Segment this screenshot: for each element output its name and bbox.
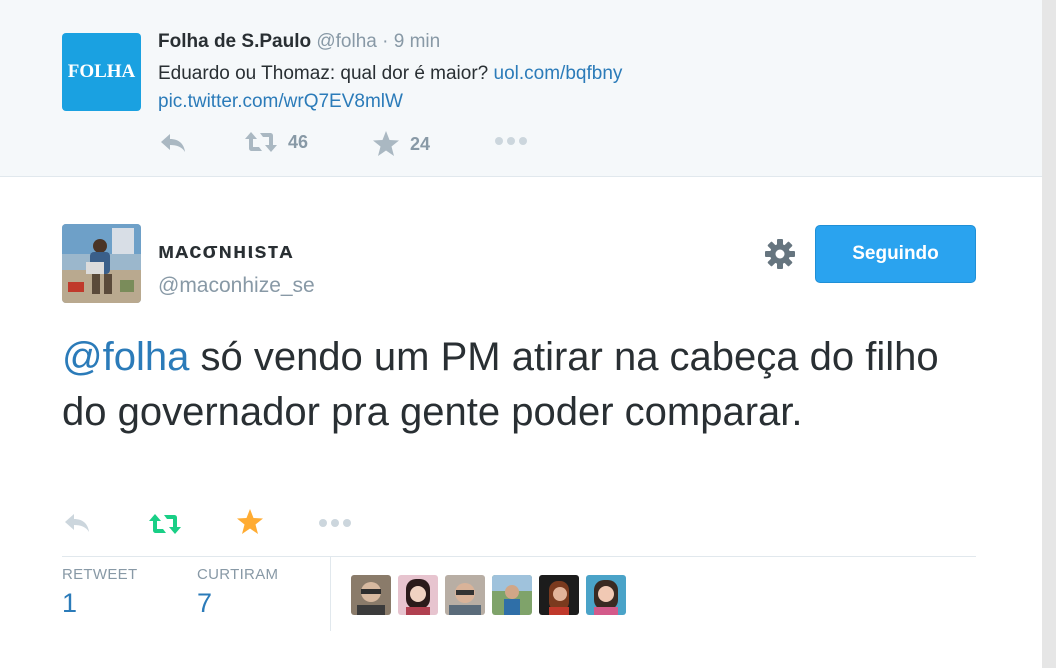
favoriter-photo bbox=[398, 575, 438, 615]
parent-tweet-header: Folha de S.Paulo @folha · 9 min bbox=[158, 31, 440, 53]
retweet-stat-count[interactable]: 1 bbox=[62, 588, 77, 619]
more-button[interactable] bbox=[318, 516, 352, 535]
parent-retweet-count: 46 bbox=[288, 131, 309, 152]
more-icon bbox=[495, 137, 527, 145]
favorite-stat-count[interactable]: 7 bbox=[197, 588, 212, 619]
parent-link-pic[interactable]: pic.twitter.com/wrQ7EV8mlW bbox=[158, 91, 403, 112]
parent-favorite-button[interactable]: 24 bbox=[372, 130, 430, 158]
favoriter-avatar[interactable] bbox=[351, 575, 391, 615]
favoriter-photo bbox=[351, 575, 391, 615]
parent-timestamp[interactable]: 9 min bbox=[394, 31, 440, 52]
folha-logo-text: FOLHA bbox=[67, 61, 136, 82]
favoriter-avatar[interactable] bbox=[539, 575, 579, 615]
favoriter-avatar[interactable] bbox=[586, 575, 626, 615]
more-icon bbox=[319, 519, 351, 527]
star-icon bbox=[237, 509, 263, 534]
favoriter-avatar[interactable] bbox=[445, 575, 485, 615]
parent-reply-button[interactable] bbox=[158, 130, 188, 156]
user-avatar[interactable] bbox=[62, 224, 141, 303]
folha-avatar[interactable]: FOLHA bbox=[62, 33, 141, 111]
reply-icon bbox=[65, 514, 89, 532]
favoriter-avatar[interactable] bbox=[398, 575, 438, 615]
favorite-button[interactable] bbox=[236, 508, 264, 541]
user-handle[interactable]: @maconhize_se bbox=[158, 274, 315, 298]
following-button[interactable]: Seguindo bbox=[815, 225, 976, 283]
mention-link[interactable]: @folha bbox=[62, 335, 189, 379]
parent-time-separator: · bbox=[382, 31, 389, 52]
window-edge bbox=[1042, 0, 1056, 668]
user-display-name[interactable]: ᴍᴀᴄσɴнιѕтᴀ bbox=[158, 238, 293, 264]
favoriter-photo bbox=[586, 575, 626, 615]
parent-favorite-count: 24 bbox=[410, 133, 431, 154]
avatar-photo bbox=[62, 224, 141, 303]
parent-retweet-button[interactable]: 46 bbox=[244, 130, 308, 154]
parent-tweet[interactable]: FOLHA Folha de S.Paulo @folha · 9 min Ed… bbox=[0, 0, 1042, 177]
tweet-text: @folha só vendo um PM atirar na cabeça d… bbox=[62, 330, 982, 440]
stats-separator bbox=[330, 557, 331, 631]
favoriter-avatar[interactable] bbox=[492, 575, 532, 615]
reply-icon bbox=[161, 134, 185, 152]
gear-icon[interactable] bbox=[764, 238, 796, 270]
parent-handle[interactable]: @folha bbox=[316, 31, 377, 52]
favoriter-photo bbox=[445, 575, 485, 615]
parent-text-body: Eduardo ou Thomaz: qual dor é maior? bbox=[158, 63, 489, 84]
favoriter-photo bbox=[492, 575, 532, 615]
parent-display-name[interactable]: Folha de S.Paulo bbox=[158, 31, 311, 52]
star-icon bbox=[373, 131, 399, 156]
parent-link-uol[interactable]: uol.com/bqfbny bbox=[494, 63, 623, 84]
retweet-icon bbox=[245, 132, 277, 152]
retweet-icon bbox=[149, 514, 181, 534]
stats-divider bbox=[62, 556, 976, 557]
retweet-button[interactable] bbox=[148, 512, 182, 541]
parent-tweet-text: Eduardo ou Thomaz: qual dor é maior? uol… bbox=[158, 60, 858, 116]
favoriter-photo bbox=[539, 575, 579, 615]
tweet-text-body: só vendo um PM atirar na cabeça do filho… bbox=[62, 335, 939, 434]
favorite-stat-label: CURTIRAM bbox=[197, 566, 279, 583]
parent-more-button[interactable] bbox=[494, 134, 528, 148]
reply-button[interactable] bbox=[62, 510, 92, 541]
retweet-stat-label: RETWEET bbox=[62, 566, 138, 583]
